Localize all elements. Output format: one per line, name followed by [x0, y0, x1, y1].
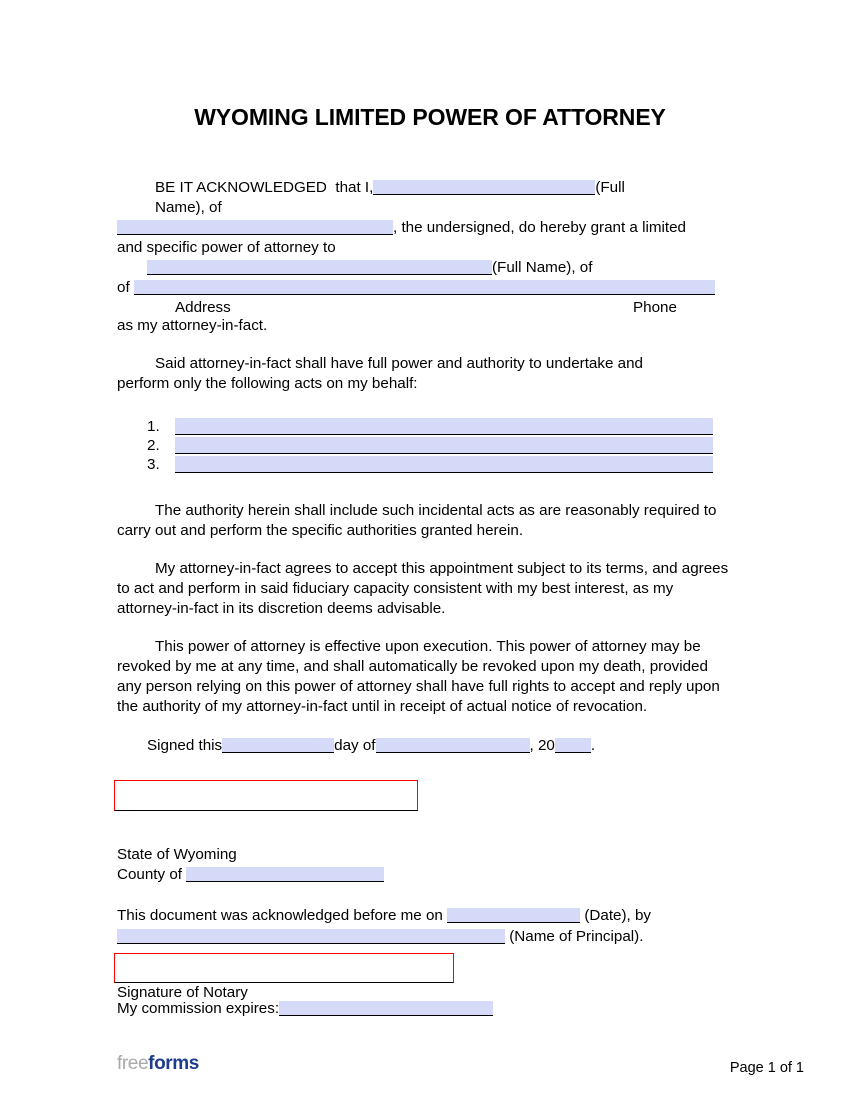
agent-name-line: (Full Name), of — [117, 258, 731, 278]
powers-intro-line-1: Said attorney-in-fact shall have full po… — [117, 354, 731, 374]
attorney-in-fact-line: as my attorney-in-fact. — [117, 316, 731, 336]
signing-month-field[interactable] — [375, 738, 530, 753]
acknowledgement-date-field[interactable] — [447, 908, 581, 923]
acceptance-text: My attorney-in-fact agrees to accept thi… — [117, 560, 729, 617]
principal-name-label: (Name of Principal). — [509, 928, 644, 945]
page-title: WYOMING LIMITED POWER OF ATTORNEY — [194, 104, 666, 130]
signed-this-label: Signed this — [147, 737, 223, 754]
notary-signature-box[interactable] — [114, 953, 454, 983]
acknowledgement-date-line: This document was acknowledged before me… — [117, 905, 737, 926]
principal-name-field[interactable] — [373, 180, 596, 195]
list-item: 2. — [147, 435, 731, 454]
notary-acknowledgement: This document was acknowledged before me… — [117, 905, 737, 947]
state-line: State of Wyoming — [117, 845, 384, 865]
power-field-2[interactable] — [175, 437, 713, 454]
powers-intro-line-2: perform only the following acts on my be… — [117, 374, 731, 394]
agent-full-name-label: (Full Name), of — [492, 259, 593, 276]
acknowledgement-principal-field[interactable] — [117, 929, 505, 944]
power-field-1[interactable] — [175, 418, 713, 435]
date-label: (Date), by — [584, 907, 652, 924]
agent-name-field[interactable] — [147, 260, 492, 275]
powers-list: 1. 2. 3. — [147, 416, 731, 473]
logo-text-free: free — [117, 1053, 149, 1074]
power-field-3[interactable] — [175, 456, 713, 473]
commission-expires-label: My commission expires: — [117, 1000, 280, 1017]
list-item: 1. — [147, 416, 731, 435]
agent-address-field[interactable] — [133, 280, 715, 295]
agent-address-line: of — [117, 278, 731, 298]
county-label: County of — [117, 866, 183, 883]
undersigned-text: , the undersigned, do hereby grant a lim… — [393, 219, 686, 236]
commission-expires-row: My commission expires: — [117, 1000, 494, 1017]
incidental-acts-paragraph: The authority herein shall include such … — [117, 501, 731, 541]
state-label: State of Wyoming — [117, 846, 237, 863]
effective-revocation-text: This power of attorney is effective upon… — [117, 638, 720, 715]
day-of-label: day of — [334, 737, 376, 754]
notary-labels: Signature of Notary My commission expire… — [117, 985, 494, 1017]
list-item-number: 1. — [147, 418, 160, 435]
signing-year-field[interactable] — [554, 738, 591, 753]
address-phone-labels: Address Phone — [117, 298, 731, 316]
powers-intro-text-2: perform only the following acts on my be… — [117, 375, 418, 392]
address-label: Address — [175, 299, 231, 316]
notary-signature-label: Signature of Notary — [117, 984, 248, 1001]
effective-revocation-paragraph: This power of attorney is effective upon… — [117, 637, 731, 717]
notary-signature-label-row: Signature of Notary — [117, 985, 493, 1001]
acknowledgement-lead: BE IT ACKNOWLEDGED — [155, 179, 327, 196]
notary-venue: State of Wyoming County of — [117, 845, 385, 885]
principal-address-field[interactable] — [117, 220, 393, 235]
list-item-number: 3. — [147, 456, 160, 473]
page-indicator: Page 1 of 1 — [729, 1060, 804, 1076]
document-body: BE IT ACKNOWLEDGED that I, (Full Name), o… — [117, 178, 731, 756]
attorney-in-fact-text: as my attorney-in-fact. — [117, 317, 268, 334]
ack-prefix-label: This document was acknowledged before me… — [117, 907, 443, 924]
acceptance-paragraph: My attorney-in-fact agrees to accept thi… — [117, 559, 731, 619]
acknowledgement-line-1: BE IT ACKNOWLEDGED that I, (Full — [117, 178, 731, 198]
principal-signature-box[interactable] — [114, 780, 418, 811]
freeforms-logo[interactable]: freeforms — [117, 1053, 199, 1075]
acknowledgement-that-i: that I, — [335, 179, 374, 196]
signing-day-field[interactable] — [222, 738, 335, 753]
commission-expires-field[interactable] — [279, 1001, 494, 1016]
document-page: WYOMING LIMITED POWER OF ATTORNEY BE IT … — [0, 0, 860, 1115]
period-label: . — [590, 737, 596, 754]
of-prefix: of — [117, 279, 130, 296]
incidental-acts-text: The authority herein shall include such … — [117, 502, 717, 539]
logo-text-forms: forms — [148, 1053, 199, 1074]
phone-label: Phone — [633, 299, 677, 316]
acknowledgement-principal-line: (Name of Principal). — [117, 926, 737, 947]
list-item: 3. — [147, 454, 731, 473]
comma-twenty-label: , 20 — [529, 737, 555, 754]
signing-date-line: Signed this day of , 20. — [117, 736, 731, 756]
grant-text: and specific power of attorney to — [117, 239, 336, 256]
county-line: County of — [117, 865, 385, 885]
grant-line: and specific power of attorney to — [117, 238, 731, 258]
powers-intro-text-1: Said attorney-in-fact shall have full po… — [155, 355, 643, 372]
principal-full-name-label: (Full — [595, 179, 625, 196]
name-of-label: Name), of — [155, 199, 222, 216]
county-field[interactable] — [186, 867, 385, 882]
list-item-number: 2. — [147, 437, 160, 454]
acknowledgement-line-2: Name), of — [117, 198, 731, 218]
acknowledgement-line-3: , the undersigned, do hereby grant a lim… — [117, 218, 731, 238]
